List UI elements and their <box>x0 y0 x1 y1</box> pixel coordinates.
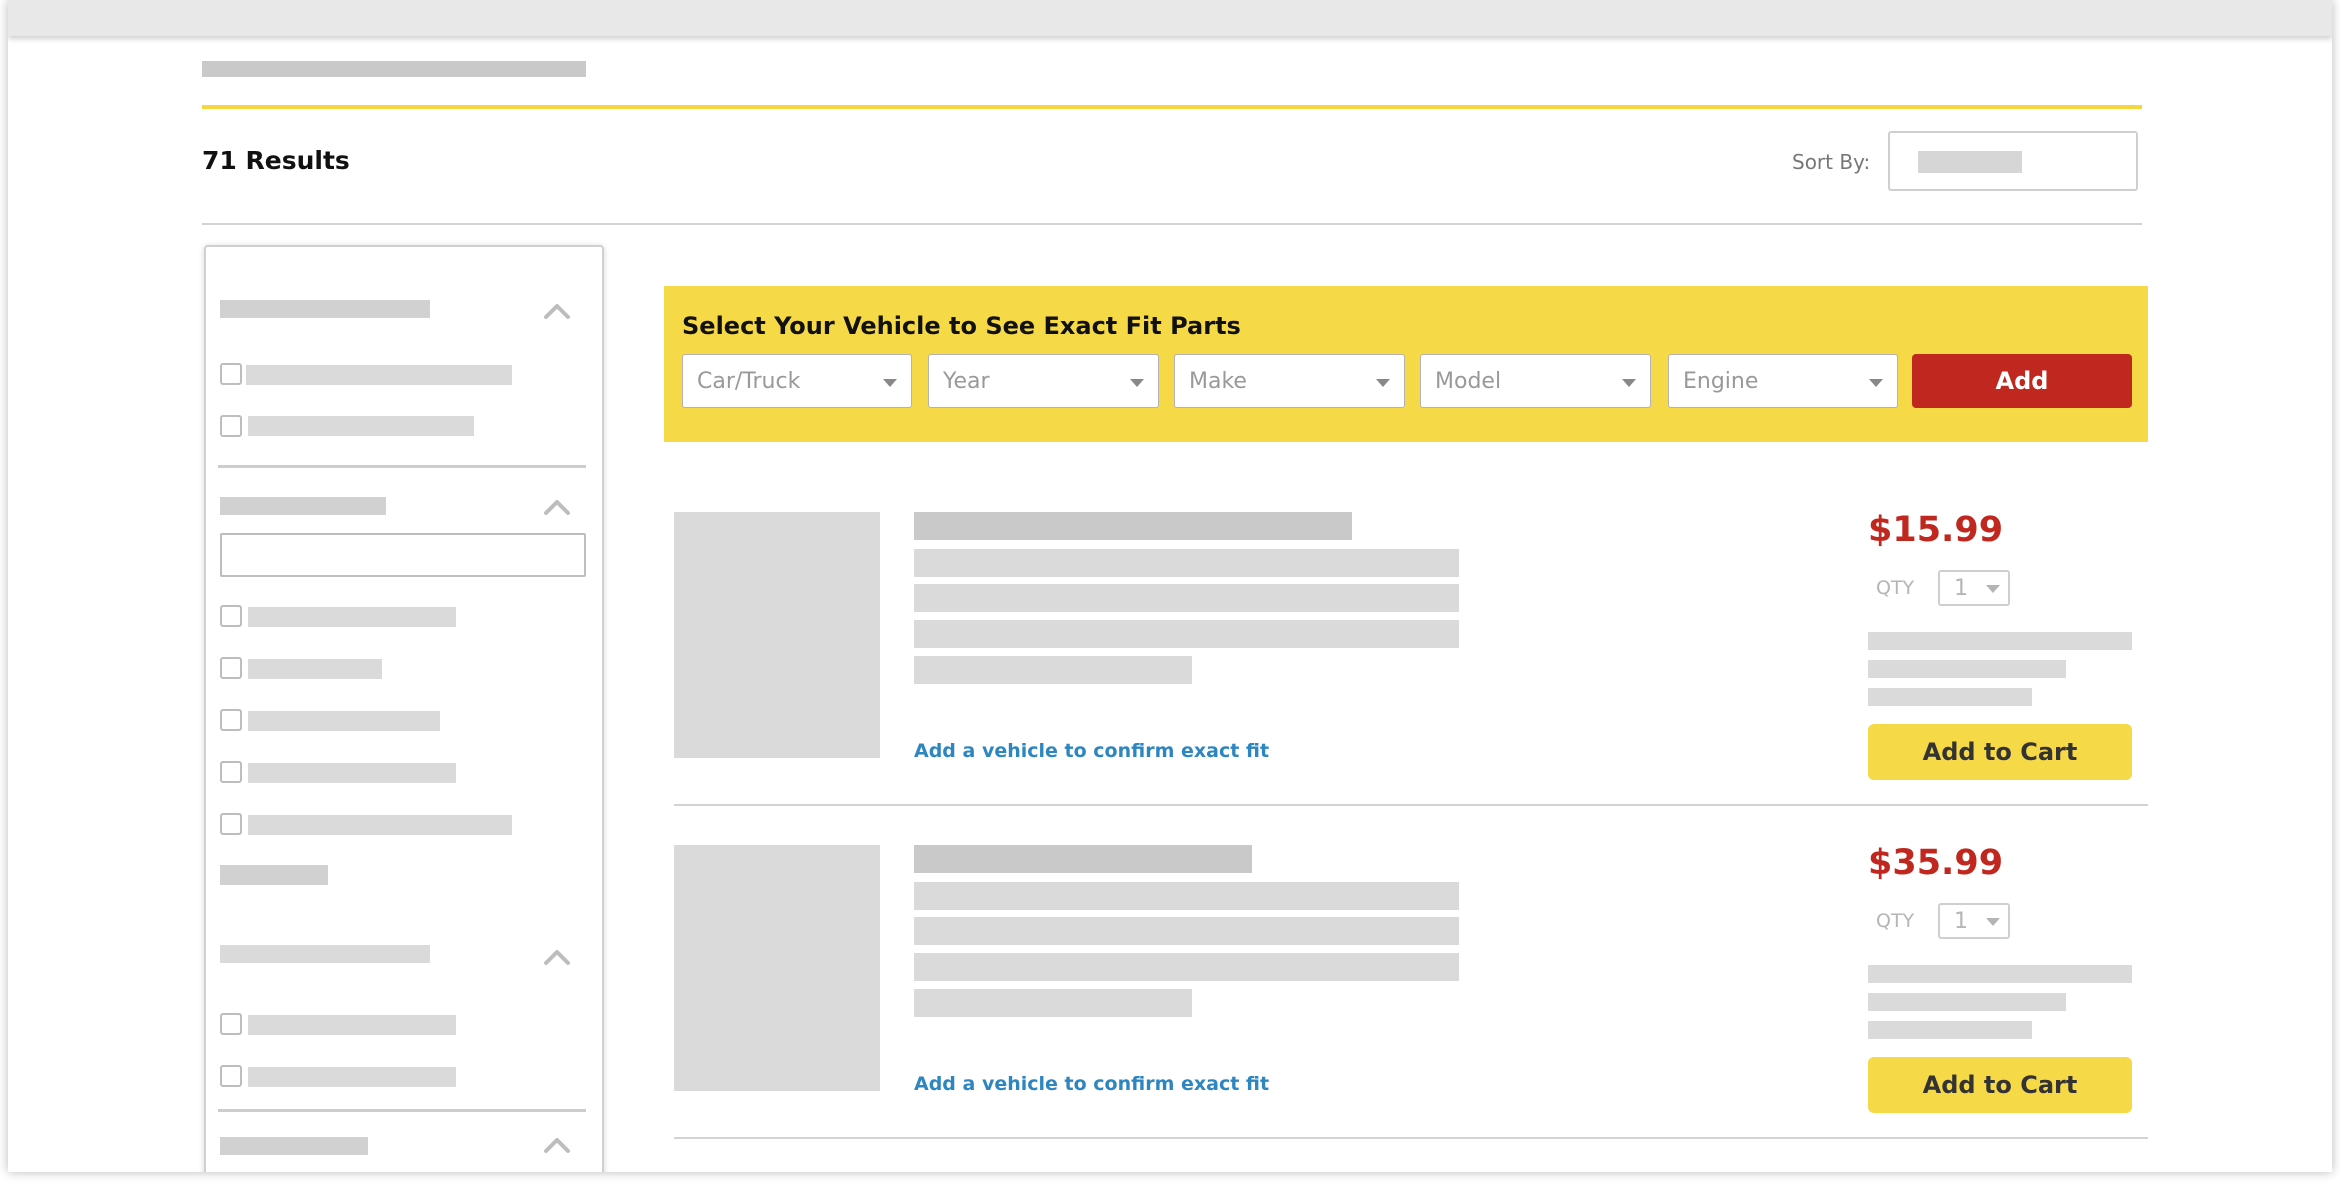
qty-value: 1 <box>1954 576 1968 601</box>
sort-select-value-placeholder <box>1918 151 2022 173</box>
select-label: Engine <box>1683 369 1759 394</box>
qty-label: QTY <box>1876 910 1915 932</box>
filter-checkbox[interactable] <box>220 709 242 731</box>
select-label: Car/Truck <box>697 369 801 394</box>
filter-group-title-placeholder <box>220 497 386 515</box>
product-detail-placeholder <box>914 656 1192 684</box>
top-bar <box>8 0 2332 36</box>
sort-select[interactable] <box>1888 131 2138 191</box>
caret-down-icon <box>883 379 897 387</box>
caret-down-icon <box>1986 918 2000 926</box>
product-detail-placeholder <box>914 620 1459 648</box>
year-select[interactable]: Year <box>928 354 1159 408</box>
product-detail-placeholder <box>914 917 1459 945</box>
product-card: Add a vehicle to confirm exact fit $15.9… <box>674 510 2148 842</box>
chevron-up-icon[interactable] <box>542 495 572 519</box>
engine-select[interactable]: Engine <box>1668 354 1898 408</box>
product-detail-placeholder <box>914 584 1459 612</box>
product-info-placeholder <box>1868 660 2066 678</box>
product-info-placeholder <box>1868 965 2132 983</box>
vehicle-selector-title: Select Your Vehicle to See Exact Fit Par… <box>682 312 1241 340</box>
product-detail-placeholder <box>914 882 1459 910</box>
filter-checkbox[interactable] <box>220 1065 242 1087</box>
filter-sidebar <box>204 245 604 1172</box>
show-more-placeholder[interactable] <box>220 865 328 885</box>
filter-group-title-placeholder <box>220 945 430 963</box>
filter-option-placeholder <box>248 763 456 783</box>
confirm-fit-link[interactable]: Add a vehicle to confirm exact fit <box>914 1073 1269 1095</box>
select-label: Model <box>1435 369 1502 394</box>
car-truck-select[interactable]: Car/Truck <box>682 354 912 408</box>
product-info-placeholder <box>1868 993 2066 1011</box>
filter-option-placeholder <box>246 365 512 385</box>
select-label: Make <box>1189 369 1247 394</box>
product-image-placeholder[interactable] <box>674 512 880 758</box>
header-accent-rule <box>202 105 2142 109</box>
filter-option-placeholder <box>248 416 474 436</box>
product-info-placeholder <box>1868 688 2032 706</box>
filter-checkbox[interactable] <box>220 605 242 627</box>
qty-label: QTY <box>1876 577 1915 599</box>
filter-checkbox[interactable] <box>220 813 242 835</box>
product-price: $15.99 <box>1868 510 2004 550</box>
select-label: Year <box>943 369 990 394</box>
filter-checkbox[interactable] <box>220 657 242 679</box>
chevron-up-icon[interactable] <box>542 1133 572 1157</box>
filter-option-placeholder <box>248 659 382 679</box>
add-to-cart-button[interactable]: Add to Cart <box>1868 724 2132 780</box>
filter-checkbox[interactable] <box>220 363 242 385</box>
filter-checkbox[interactable] <box>220 761 242 783</box>
browser-frame: 71 Results Sort By: Select Your Vehicle … <box>8 0 2332 1172</box>
product-image-placeholder[interactable] <box>674 845 880 1091</box>
filter-group-title-placeholder <box>220 300 430 318</box>
product-card: Add a vehicle to confirm exact fit $35.9… <box>674 843 2148 1172</box>
breadcrumb-placeholder <box>202 61 586 77</box>
add-to-cart-button[interactable]: Add to Cart <box>1868 1057 2132 1113</box>
product-price: $35.99 <box>1868 843 2004 883</box>
product-info-placeholder <box>1868 632 2132 650</box>
header-divider <box>202 223 2142 225</box>
filter-option-placeholder <box>248 607 456 627</box>
caret-down-icon <box>1130 379 1144 387</box>
qty-select[interactable]: 1 <box>1938 903 2010 939</box>
filter-option-placeholder <box>248 1067 456 1087</box>
qty-value: 1 <box>1954 909 1968 934</box>
filter-group-title-placeholder <box>220 1137 368 1155</box>
filter-search-input[interactable] <box>220 533 586 577</box>
model-select[interactable]: Model <box>1420 354 1651 408</box>
qty-select[interactable]: 1 <box>1938 570 2010 606</box>
caret-down-icon <box>1376 379 1390 387</box>
filter-option-placeholder <box>248 711 440 731</box>
sort-label: Sort By: <box>1792 150 1871 174</box>
product-detail-placeholder <box>914 953 1459 981</box>
product-divider <box>674 1137 2148 1139</box>
filter-option-placeholder <box>248 1015 456 1035</box>
filter-checkbox[interactable] <box>220 1013 242 1035</box>
confirm-fit-link[interactable]: Add a vehicle to confirm exact fit <box>914 740 1269 762</box>
results-count: 71 Results <box>202 146 350 175</box>
make-select[interactable]: Make <box>1174 354 1405 408</box>
product-detail-placeholder <box>914 989 1192 1017</box>
caret-down-icon <box>1986 585 2000 593</box>
product-title-placeholder[interactable] <box>914 512 1352 540</box>
caret-down-icon <box>1869 379 1883 387</box>
product-title-placeholder[interactable] <box>914 845 1252 873</box>
caret-down-icon <box>1622 379 1636 387</box>
filter-option-placeholder <box>248 815 512 835</box>
filter-group-divider <box>218 465 586 468</box>
add-vehicle-button[interactable]: Add <box>1912 354 2132 408</box>
product-info-placeholder <box>1868 1021 2032 1039</box>
chevron-up-icon[interactable] <box>542 299 572 323</box>
product-divider <box>674 804 2148 806</box>
vehicle-selector-panel: Select Your Vehicle to See Exact Fit Par… <box>664 286 2148 442</box>
filter-checkbox[interactable] <box>220 415 242 437</box>
chevron-up-icon[interactable] <box>542 945 572 969</box>
filter-group-divider <box>218 1109 586 1112</box>
product-detail-placeholder <box>914 549 1459 577</box>
